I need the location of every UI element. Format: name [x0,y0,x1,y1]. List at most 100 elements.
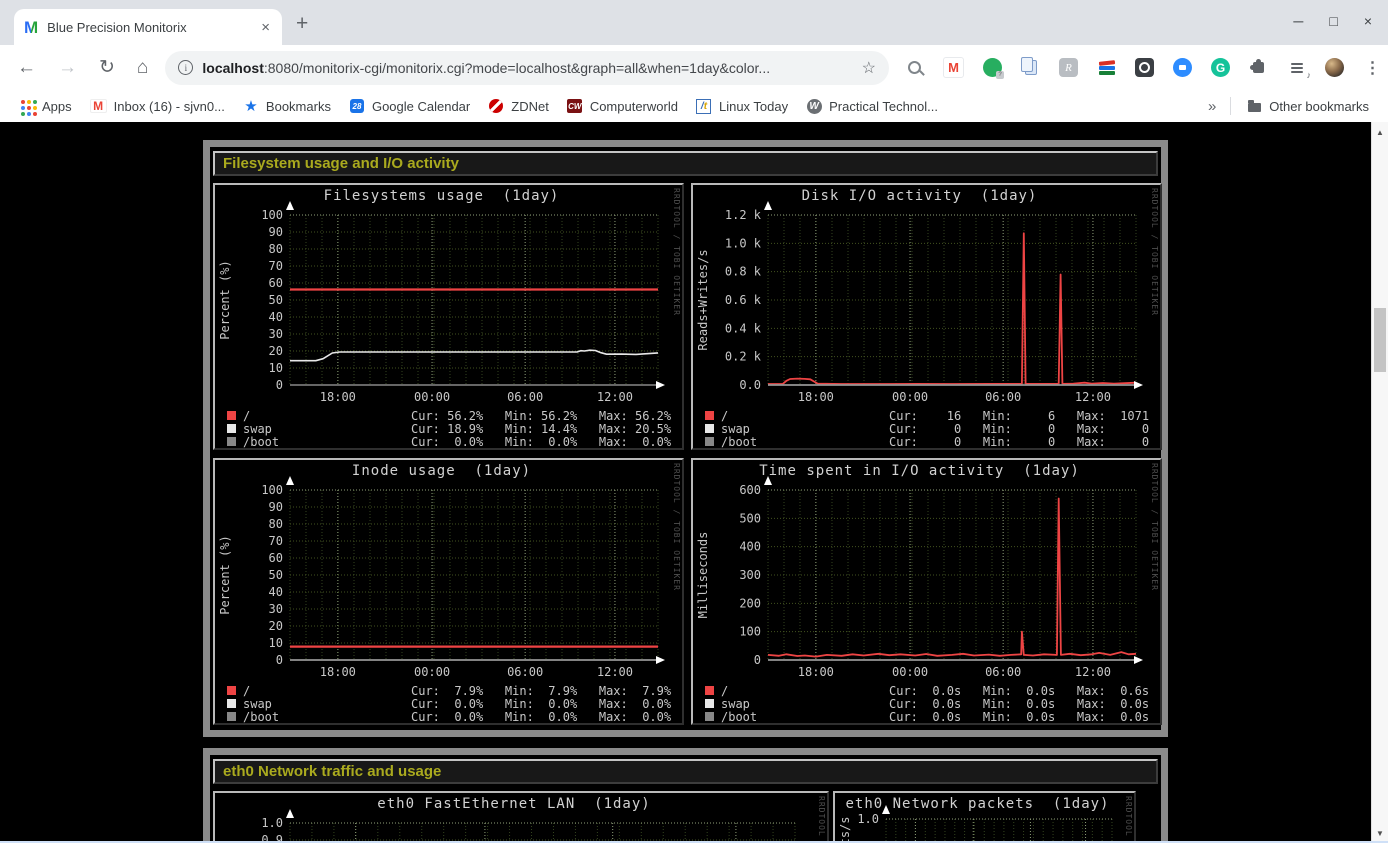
svg-text:500: 500 [739,511,761,525]
tab-title: Blue Precision Monitorix [47,20,259,35]
svg-text:60: 60 [269,551,283,565]
url-host: localhost [202,60,263,76]
legend-values: Cur: 0.0% Min: 0.0% Max: 0.0% [411,710,671,724]
svg-text:600: 600 [739,483,761,497]
svg-text:100: 100 [739,625,761,639]
storage-ext-icon[interactable] [1135,58,1154,77]
legend-swatch [705,699,714,708]
url-text[interactable]: localhost:8080/monitorix-cgi/monitorix.c… [202,60,853,76]
minimize-icon[interactable]: ─ [1293,13,1303,29]
tab-close-icon[interactable]: × [259,19,272,36]
scroll-up-icon[interactable]: ▲ [1372,124,1388,140]
svg-text:06:00: 06:00 [985,390,1021,404]
legend-row-swap: swapCur: 0 Min: 0 Max: 0 [705,422,1149,435]
bookmark-linux-today[interactable]: /t Linux Today [687,98,797,114]
reader-ext-icon[interactable]: R [1059,58,1078,77]
legend-swatch [705,686,714,695]
vertical-scrollbar[interactable]: ▲ ▼ [1371,122,1388,843]
copy-pages-ext-icon[interactable] [1021,58,1040,77]
graph-eth0-network-packets: 1.0eth0 Network packets (1day)RRDTOOL / … [835,793,1134,843]
legend-name: / [721,409,889,423]
legend-values: Cur: 0.0s Min: 0.0s Max: 0.6s [889,684,1149,698]
svg-text:70: 70 [269,534,283,548]
scroll-down-icon[interactable]: ▼ [1372,825,1388,841]
bookmark-zdnet[interactable]: ZDNet [479,98,558,114]
bookmark-practical-technology[interactable]: W Practical Technol... [797,98,947,114]
legend-row-/boot: /bootCur: 0 Min: 0 Max: 0 [705,435,1149,448]
grammarly-ext-icon[interactable]: G [1211,58,1230,77]
calendar-favicon: 28 [349,98,365,114]
address-bar[interactable]: i localhost:8080/monitorix-cgi/monitorix… [165,51,889,85]
bookmark-inbox[interactable]: M Inbox (16) - sjvn0... [81,99,234,114]
bookmark-google-calendar[interactable]: 28 Google Calendar [340,98,479,114]
reload-icon[interactable]: ↻ [99,58,115,77]
legend-name: /boot [243,710,411,724]
legend-values: Cur: 0 Min: 0 Max: 0 [889,422,1149,436]
legend-swatch [705,424,714,433]
video-call-ext-icon[interactable] [1173,58,1192,77]
close-icon[interactable]: × [1364,13,1372,29]
legend-values: Cur: 56.2% Min: 56.2% Max: 56.2% [411,409,671,423]
folder-icon [1246,98,1262,114]
legend-name: swap [243,697,411,711]
svg-text:00:00: 00:00 [414,390,450,404]
gmail-ext-icon[interactable]: M [943,57,964,78]
tab-queue-icon[interactable]: ♪ [1287,58,1306,77]
extensions-puzzle-icon[interactable] [1249,58,1268,77]
bookmark-bookmarks[interactable]: ★ Bookmarks [234,98,340,114]
bookmarks-overflow-chevron[interactable]: » [1200,98,1224,115]
legend-name: / [721,684,889,698]
chat-ext-icon[interactable]: ? [983,58,1002,77]
svg-text:90: 90 [269,225,283,239]
scrollbar-thumb[interactable] [1374,308,1386,372]
legend-swatch [705,411,714,420]
legend-name: swap [243,422,411,436]
profile-avatar[interactable] [1325,58,1344,77]
home-icon[interactable]: ⌂ [137,58,148,77]
graph-panel-eth0-lan[interactable]: 1.00.9eth0 FastEthernet LAN (1day)RRDTOO… [213,791,829,843]
maximize-icon[interactable]: □ [1329,13,1337,29]
series-/ [768,233,1136,384]
bookmark-computerworld[interactable]: CW Computerworld [558,98,687,114]
linux-today-favicon: /t [696,98,712,114]
x-axis-arrow-icon [1134,381,1143,389]
graph-title: Time spent in I/O activity (1day) [693,463,1146,479]
legend-swatch [227,686,236,695]
svg-text:12:00: 12:00 [597,390,633,404]
graph-panel-time-spent-io[interactable]: 18:0000:0006:0012:006005004003002001000T… [691,458,1162,725]
svg-text:100: 100 [261,483,283,497]
graph-panel-inode-usage[interactable]: 18:0000:0006:0012:0010090807060504030201… [213,458,684,725]
new-tab-button[interactable]: + [296,12,308,36]
books-ext-icon[interactable] [1097,58,1116,77]
graph-panel-filesystems-usage[interactable]: 18:0000:0006:0012:0010090807060504030201… [213,183,684,450]
site-info-icon[interactable]: i [178,60,193,75]
svg-text:30: 30 [269,602,283,616]
bookmarks-divider [1230,97,1231,115]
graph-panel-eth0-packets[interactable]: 1.0eth0 Network packets (1day)RRDTOOL / … [833,791,1136,843]
bookmark-star-icon[interactable]: ☆ [862,58,876,78]
menu-kebab-icon[interactable]: ⋮ [1363,58,1382,77]
svg-text:0.8 k: 0.8 k [725,265,762,279]
legend-values: Cur: 0.0% Min: 0.0% Max: 0.0% [411,435,671,449]
tab-strip: M Blue Precision Monitorix × + ─ □ × [0,0,1388,45]
other-bookmarks[interactable]: Other bookmarks [1237,98,1378,114]
legend-swatch [227,699,236,708]
forward-icon[interactable]: → [58,58,77,77]
browser-toolbar: ← → ↻ ⌂ i localhost:8080/monitorix-cgi/m… [0,45,1388,90]
graph-time-spent-io: 18:0000:0006:0012:006005004003002001000T… [693,460,1160,723]
section-filesystem: Filesystem usage and I/O activity 18:000… [203,140,1168,737]
legend-name: /boot [721,435,889,449]
y-axis-label: Percent (%) [218,535,232,614]
back-icon[interactable]: ← [17,58,36,77]
y-axis-label: Percent (%) [218,260,232,339]
apps-label: Apps [42,99,72,114]
graph-filesystems-usage: 18:0000:0006:0012:0010090807060504030201… [215,185,682,448]
svg-text:30: 30 [269,327,283,341]
search-ext-icon[interactable] [905,58,924,77]
svg-text:1.0 k: 1.0 k [725,236,762,250]
browser-tab[interactable]: M Blue Precision Monitorix × [14,9,282,45]
x-axis-arrow-icon [1134,656,1143,664]
graph-panel-disk-io[interactable]: 18:0000:0006:0012:001.2 k1.0 k0.8 k0.6 k… [691,183,1162,450]
apps-shortcut[interactable]: Apps [10,98,81,114]
svg-text:200: 200 [739,596,761,610]
